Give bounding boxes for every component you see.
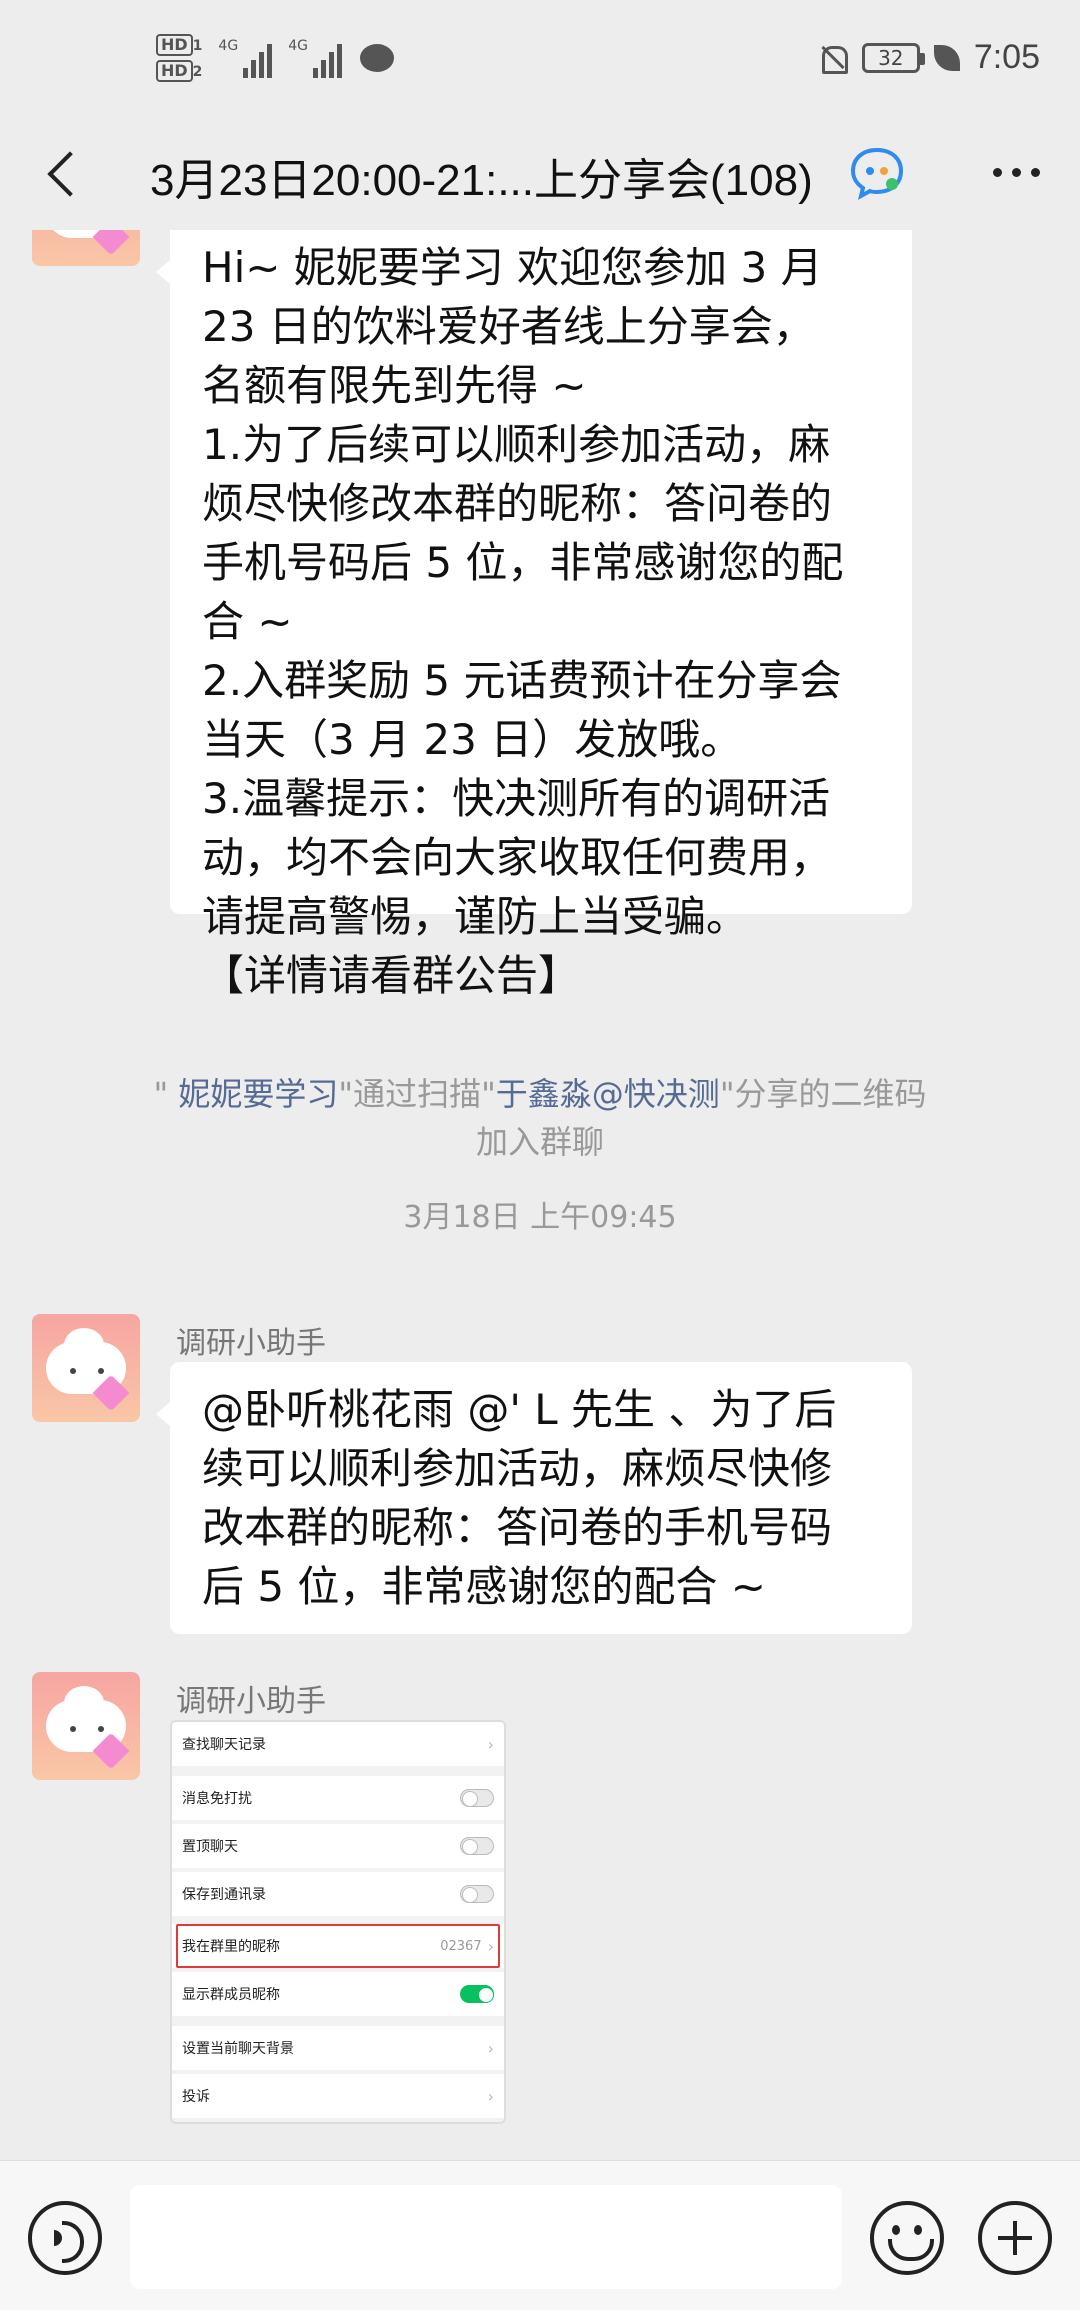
avatar-assistant[interactable] — [32, 1314, 140, 1422]
row-label: 置顶聊天 — [182, 1839, 238, 1855]
message-line: 1.为了后续可以顺利参加活动，麻 — [202, 420, 831, 469]
chevron-right-icon: › — [487, 2038, 494, 2058]
message-timestamp: 3月18日 上午09:45 — [403, 1200, 677, 1235]
sim2-index: 2 — [192, 64, 203, 80]
joined-user-link[interactable]: 妮妮要学习 — [178, 1075, 338, 1113]
message-line: 续可以顺利参加活动，麻烦尽快修 — [202, 1444, 833, 1493]
message-line: 3.温馨提示：快决测所有的调研活 — [202, 774, 831, 823]
emoji-icon[interactable] — [870, 2201, 944, 2275]
status-bar: HD 1 HD 2 4G 4G 32 7:05 — [0, 0, 1080, 120]
image-message[interactable]: 查找聊天记录 › 消息免打扰 置顶聊天 保存到通讯录 我在群里的昵称 02367… — [170, 1720, 506, 2124]
toggle-off-icon — [460, 1885, 494, 1903]
notice-text: "分享的二维码 — [719, 1075, 927, 1113]
row-label: 保存到通讯录 — [182, 1887, 266, 1903]
heart-icon — [92, 230, 130, 256]
system-join-notice: " 妮妮要学习"通过扫描"于鑫淼@快决测"分享的二维码 加入群聊 — [80, 1070, 1000, 1166]
message-line: 烦尽快修改本群的昵称：答问卷的 — [202, 479, 833, 528]
status-right: 32 7:05 — [816, 38, 1040, 77]
message-line: 后 5 位，非常感谢您的配合 ~ — [202, 1562, 766, 1611]
sender-name: 调研小助手 — [176, 1326, 326, 1361]
power-saving-leaf-icon — [933, 44, 960, 71]
clock: 7:05 — [973, 38, 1040, 76]
network-type-1: 4G — [218, 38, 239, 54]
message-line: 改本群的昵称：答问卷的手机号码 — [202, 1503, 833, 1552]
message-line: 名额有限先到先得 ~ — [202, 361, 587, 410]
row-label: 投诉 — [182, 2089, 210, 2105]
mute-bell-icon — [816, 42, 848, 74]
message-line: 23 日的饮料爱好者线上分享会， — [202, 302, 815, 351]
toggle-off-icon — [460, 1789, 494, 1807]
message-line: 动，均不会向大家收取任何费用， — [202, 833, 833, 882]
enterprise-group-icon — [850, 147, 904, 200]
chat-title[interactable]: 3月23日20:00-21:...上分享会(108) — [150, 144, 813, 208]
row-label: 查找聊天记录 — [182, 1737, 266, 1753]
message-line: 2.入群奖励 5 元话费预计在分享会 — [202, 656, 842, 705]
inviter-link[interactable]: 于鑫淼@快决测 — [496, 1075, 720, 1113]
image-row: 查找聊天记录 › — [172, 1722, 504, 1766]
toggle-on-icon — [460, 1985, 494, 2003]
plus-icon[interactable] — [978, 2201, 1052, 2275]
sender-name: 调研小助手 — [176, 1684, 326, 1719]
message-notification-icon — [359, 44, 394, 72]
highlight-box — [176, 1924, 500, 1968]
image-row: 消息免打扰 — [172, 1776, 504, 1820]
hd-badge-1: HD — [156, 34, 193, 56]
signal-icon-2: 4G — [288, 38, 342, 78]
toggle-off-icon — [460, 1837, 494, 1855]
back-arrow-icon[interactable] — [40, 146, 96, 202]
row-label: 设置当前聊天背景 — [182, 2041, 294, 2057]
input-bar — [0, 2160, 1080, 2310]
image-row: 置顶聊天 — [172, 1824, 504, 1868]
sim-indicators: HD 1 HD 2 — [156, 34, 202, 82]
quote: " — [153, 1075, 179, 1113]
message-line: 合 ~ — [202, 597, 293, 646]
message-line: 当天（3 月 23 日）发放哦。 — [202, 715, 743, 764]
sim1-index: 1 — [192, 38, 203, 54]
image-row: 设置当前聊天背景 › — [172, 2026, 504, 2070]
row-label: 消息免打扰 — [182, 1791, 252, 1807]
image-row: 显示群成员昵称 — [172, 1972, 504, 2016]
chat-header: 3月23日20:00-21:...上分享会(108) — [0, 120, 1080, 230]
image-row: 保存到通讯录 — [172, 1872, 504, 1916]
message-line: Hi~ 妮妮要学习 欢迎您参加 3 月 — [202, 243, 823, 292]
avatar-assistant[interactable] — [32, 1672, 140, 1780]
voice-input-icon[interactable] — [28, 2201, 102, 2275]
row-label: 显示群成员昵称 — [182, 1987, 280, 2003]
message-bubble-welcome[interactable]: Hi~ 妮妮要学习 欢迎您参加 3 月 23 日的饮料爱好者线上分享会， 名额有… — [156, 230, 912, 1000]
hd-badge-2: HD — [156, 60, 193, 82]
message-line: 【详情请看群公告】 — [202, 951, 581, 1000]
message-bubble-mention[interactable]: @卧听桃花雨 @' L 先生 、为了后 续可以顺利参加活动，麻烦尽快修 改本群的… — [156, 1362, 912, 1634]
message-line: @卧听桃花雨 @' L 先生 、为了后 — [202, 1385, 837, 1434]
battery-icon: 32 — [861, 42, 925, 73]
avatar-assistant[interactable] — [32, 230, 140, 266]
chevron-right-icon: › — [487, 2086, 494, 2106]
chevron-right-icon: › — [487, 1734, 494, 1754]
notice-text: 加入群聊 — [475, 1123, 604, 1161]
signal-icon-1: 4G — [218, 38, 273, 78]
status-left: HD 1 HD 2 4G 4G — [156, 28, 394, 88]
message-line: 手机号码后 5 位，非常感谢您的配 — [202, 538, 844, 587]
notice-text: "通过扫描" — [338, 1075, 496, 1113]
message-input[interactable] — [130, 2185, 842, 2289]
chat-area[interactable]: Hi~ 妮妮要学习 欢迎您参加 3 月 23 日的饮料爱好者线上分享会， 名额有… — [0, 230, 1080, 2160]
image-row: 投诉 › — [172, 2074, 504, 2118]
network-type-2: 4G — [288, 38, 308, 54]
message-line: 请提高警惕，谨防上当受骗。 — [202, 892, 749, 941]
more-options-icon[interactable] — [993, 168, 1040, 177]
